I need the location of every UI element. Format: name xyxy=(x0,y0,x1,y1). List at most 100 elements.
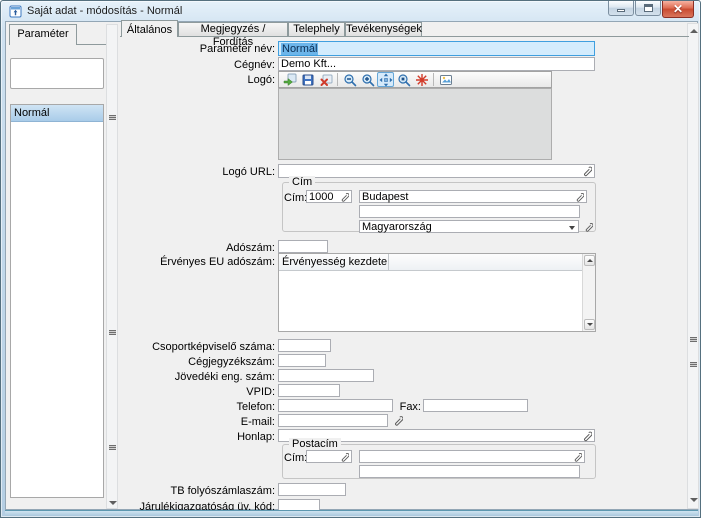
app-window: Saját adat - módosítás - Normál ✕ Paramé… xyxy=(0,0,701,518)
sidebar-filter-input[interactable] xyxy=(10,58,104,89)
logo-label: Logó: xyxy=(121,74,275,86)
attachment-icon[interactable] xyxy=(339,452,349,462)
scroll-up-button[interactable] xyxy=(584,255,595,266)
tax-number-input[interactable] xyxy=(278,240,328,253)
eu-tax-label: Érvényes EU adószám: xyxy=(121,256,275,268)
company-reg-number-label: Cégjegyzékszám: xyxy=(121,356,275,368)
logo-url-field[interactable] xyxy=(278,164,595,178)
logo-preview xyxy=(278,88,552,160)
postal-street2-input[interactable] xyxy=(359,465,580,478)
maximize-button[interactable] xyxy=(635,1,661,16)
close-icon: ✕ xyxy=(673,2,683,16)
excise-license-input[interactable] xyxy=(278,369,374,382)
postal-group-legend: Postacím xyxy=(289,438,341,450)
window-title: Saját adat - módosítás - Normál xyxy=(27,5,182,17)
parameter-name-field[interactable]: Normál xyxy=(278,41,595,56)
tab-telephely[interactable]: Telephely xyxy=(288,22,345,36)
city-field[interactable]: Budapest xyxy=(359,190,587,203)
list-item-normal[interactable]: Normál xyxy=(11,105,103,122)
address-group-legend: Cím xyxy=(289,176,315,188)
tb-account-label: TB folyószámlaszám: xyxy=(121,485,275,497)
scroll-mark[interactable] xyxy=(690,337,697,342)
sidebar-tab-parameter[interactable]: Paraméter xyxy=(9,24,77,45)
logo-toolbar xyxy=(278,71,552,88)
email-input[interactable] xyxy=(278,414,388,427)
scroll-mark[interactable] xyxy=(109,115,116,120)
toolbar-separator xyxy=(337,73,338,86)
import-image-icon[interactable] xyxy=(281,72,298,87)
zip-value: 1000 xyxy=(309,191,333,203)
attachment-icon[interactable] xyxy=(339,192,349,202)
scroll-down-icon[interactable] xyxy=(690,498,698,502)
tb-account-input[interactable] xyxy=(278,483,346,496)
list-item-label: Normál xyxy=(14,107,49,119)
zoom-in-icon[interactable] xyxy=(359,72,376,87)
attachment-icon[interactable] xyxy=(581,430,592,441)
phone-label: Telefon: xyxy=(121,401,275,413)
address-row-label: Cím: xyxy=(284,192,304,204)
street-input[interactable] xyxy=(359,205,580,218)
scroll-up-icon xyxy=(587,259,593,262)
postal-zip-field[interactable] xyxy=(306,450,352,463)
zoom-select-icon[interactable] xyxy=(413,72,430,87)
toolbar-separator xyxy=(433,73,434,86)
email-label: E-mail: xyxy=(121,416,275,428)
sidebar-scrollbar[interactable] xyxy=(106,24,118,509)
zoom-fit-icon[interactable] xyxy=(377,72,394,87)
tax-number-label: Adószám: xyxy=(121,242,275,254)
window-bottom-border xyxy=(5,510,698,516)
country-combo[interactable]: Magyarország xyxy=(359,220,579,233)
company-reg-number-input[interactable] xyxy=(278,354,326,367)
fax-input[interactable] xyxy=(423,399,528,412)
postal-street1-field[interactable] xyxy=(359,450,585,463)
vpid-input[interactable] xyxy=(278,384,340,397)
excise-license-label: Jövedéki eng. szám: xyxy=(121,371,275,383)
scroll-mark[interactable] xyxy=(109,330,116,335)
tab-tevekenysegek[interactable]: Tevékenységek xyxy=(345,22,422,36)
main-tabline xyxy=(120,36,689,37)
group-rep-number-input[interactable] xyxy=(278,339,331,352)
zip-field[interactable]: 1000 xyxy=(306,190,352,203)
save-image-icon[interactable] xyxy=(299,72,316,87)
attachment-icon[interactable] xyxy=(581,166,592,177)
close-button[interactable]: ✕ xyxy=(662,1,694,18)
eu-tax-table-header[interactable]: Érvényesség kezdete xyxy=(279,254,582,271)
preview-icon[interactable] xyxy=(437,72,454,87)
scroll-down-icon[interactable] xyxy=(109,501,117,505)
zoom-actual-icon[interactable] xyxy=(395,72,412,87)
parameter-list[interactable]: Normál xyxy=(10,104,104,498)
postal-address-group: Postacím Cím: xyxy=(282,444,596,479)
company-name-label: Cégnév: xyxy=(121,59,275,71)
selected-text: Normál xyxy=(281,43,318,55)
scroll-down-icon xyxy=(587,323,593,326)
table-scrollbar[interactable] xyxy=(582,254,595,331)
attachment-icon[interactable] xyxy=(391,414,403,426)
eu-tax-table[interactable]: Érvényesség kezdete xyxy=(278,253,596,332)
zoom-out-icon[interactable] xyxy=(341,72,358,87)
tab-label: Tevékenységek xyxy=(346,23,422,35)
tab-megjegyzes-forditas[interactable]: Megjegyzés / Fordítás xyxy=(178,22,288,36)
delete-image-icon[interactable] xyxy=(317,72,334,87)
city-value: Budapest xyxy=(362,191,408,203)
minimize-button[interactable] xyxy=(608,1,634,16)
logo-url-label: Logó URL: xyxy=(121,166,275,178)
scroll-up-icon[interactable] xyxy=(690,29,698,33)
tab-altalanos[interactable]: Általános xyxy=(121,20,178,37)
main-scrollbar[interactable] xyxy=(687,23,699,509)
company-name-input[interactable] xyxy=(278,57,595,71)
attachment-icon[interactable] xyxy=(582,221,594,233)
attachment-icon[interactable] xyxy=(574,192,584,202)
header-cell-validity-start[interactable]: Érvényesség kezdete xyxy=(279,254,389,270)
tab-label: Telephely xyxy=(293,23,339,35)
phone-input[interactable] xyxy=(278,399,393,412)
chevron-down-icon xyxy=(569,226,575,230)
sidebar-tab-label: Paraméter xyxy=(17,28,68,40)
fax-label: Fax: xyxy=(397,401,421,413)
scroll-mark[interactable] xyxy=(109,445,116,450)
address-group: Cím Cím: 1000 Budapest Magyarország xyxy=(282,182,596,232)
scroll-mark[interactable] xyxy=(690,362,697,367)
scroll-down-button[interactable] xyxy=(584,319,595,330)
attachment-icon[interactable] xyxy=(572,452,582,462)
postal-row-label: Cím: xyxy=(284,452,304,464)
maximize-icon xyxy=(644,4,653,12)
